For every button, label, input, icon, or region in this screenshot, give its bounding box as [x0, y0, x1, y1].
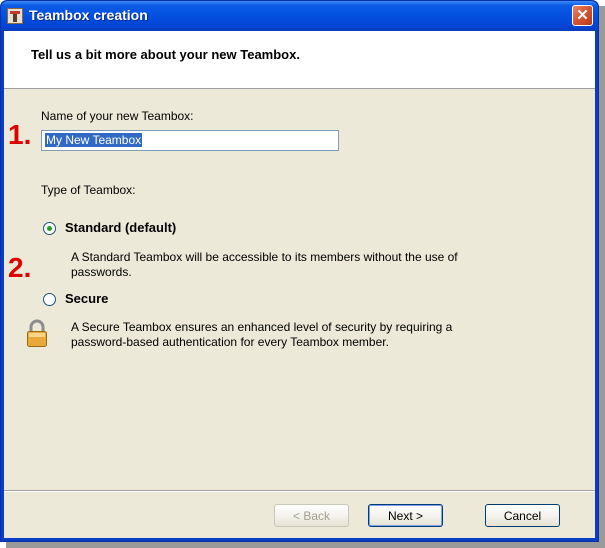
- secure-radio[interactable]: [43, 293, 56, 306]
- secure-description: A Secure Teambox ensures an enhanced lev…: [71, 320, 551, 350]
- standard-radio-label[interactable]: Standard (default): [65, 220, 176, 235]
- close-icon: ✕: [576, 7, 589, 24]
- padlock-icon: [27, 319, 47, 347]
- dialog-window: Teambox creation ✕ Tell us a bit more ab…: [0, 0, 599, 542]
- teambox-app-icon: [7, 8, 23, 24]
- standard-description-line2: passwords.: [71, 265, 132, 279]
- step-marker-two: 2.: [8, 252, 32, 283]
- header-instruction: Tell us a bit more about your new Teambo…: [31, 47, 300, 62]
- footer-separator: [4, 490, 595, 492]
- secure-description-line1: A Secure Teambox ensures an enhanced lev…: [71, 320, 453, 334]
- teambox-name-value: My New Teambox: [45, 133, 143, 147]
- next-button[interactable]: Next >: [368, 504, 443, 527]
- step-marker-one: 1.: [8, 119, 32, 150]
- type-label: Type of Teambox:: [41, 183, 136, 197]
- back-button-label: < Back: [292, 508, 331, 523]
- cancel-button[interactable]: Cancel: [485, 504, 560, 527]
- header-band: Tell us a bit more about your new Teambo…: [4, 31, 595, 89]
- teambox-name-input[interactable]: My New Teambox: [41, 130, 339, 151]
- cancel-button-label: Cancel: [503, 508, 542, 523]
- standard-description: A Standard Teambox will be accessible to…: [71, 250, 551, 280]
- back-button[interactable]: < Back: [274, 504, 349, 527]
- standard-description-line1: A Standard Teambox will be accessible to…: [71, 250, 458, 264]
- name-label: Name of your new Teambox:: [41, 109, 194, 123]
- secure-description-line2: password-based authentication for every …: [71, 335, 389, 349]
- standard-radio[interactable]: [43, 222, 56, 235]
- window-title: Teambox creation: [29, 7, 148, 23]
- next-button-label: Next >: [387, 508, 423, 523]
- dialog-client-area: Tell us a bit more about your new Teambo…: [4, 31, 595, 538]
- secure-radio-label[interactable]: Secure: [65, 291, 108, 306]
- title-bar[interactable]: Teambox creation ✕: [1, 1, 598, 31]
- close-button[interactable]: ✕: [572, 5, 593, 26]
